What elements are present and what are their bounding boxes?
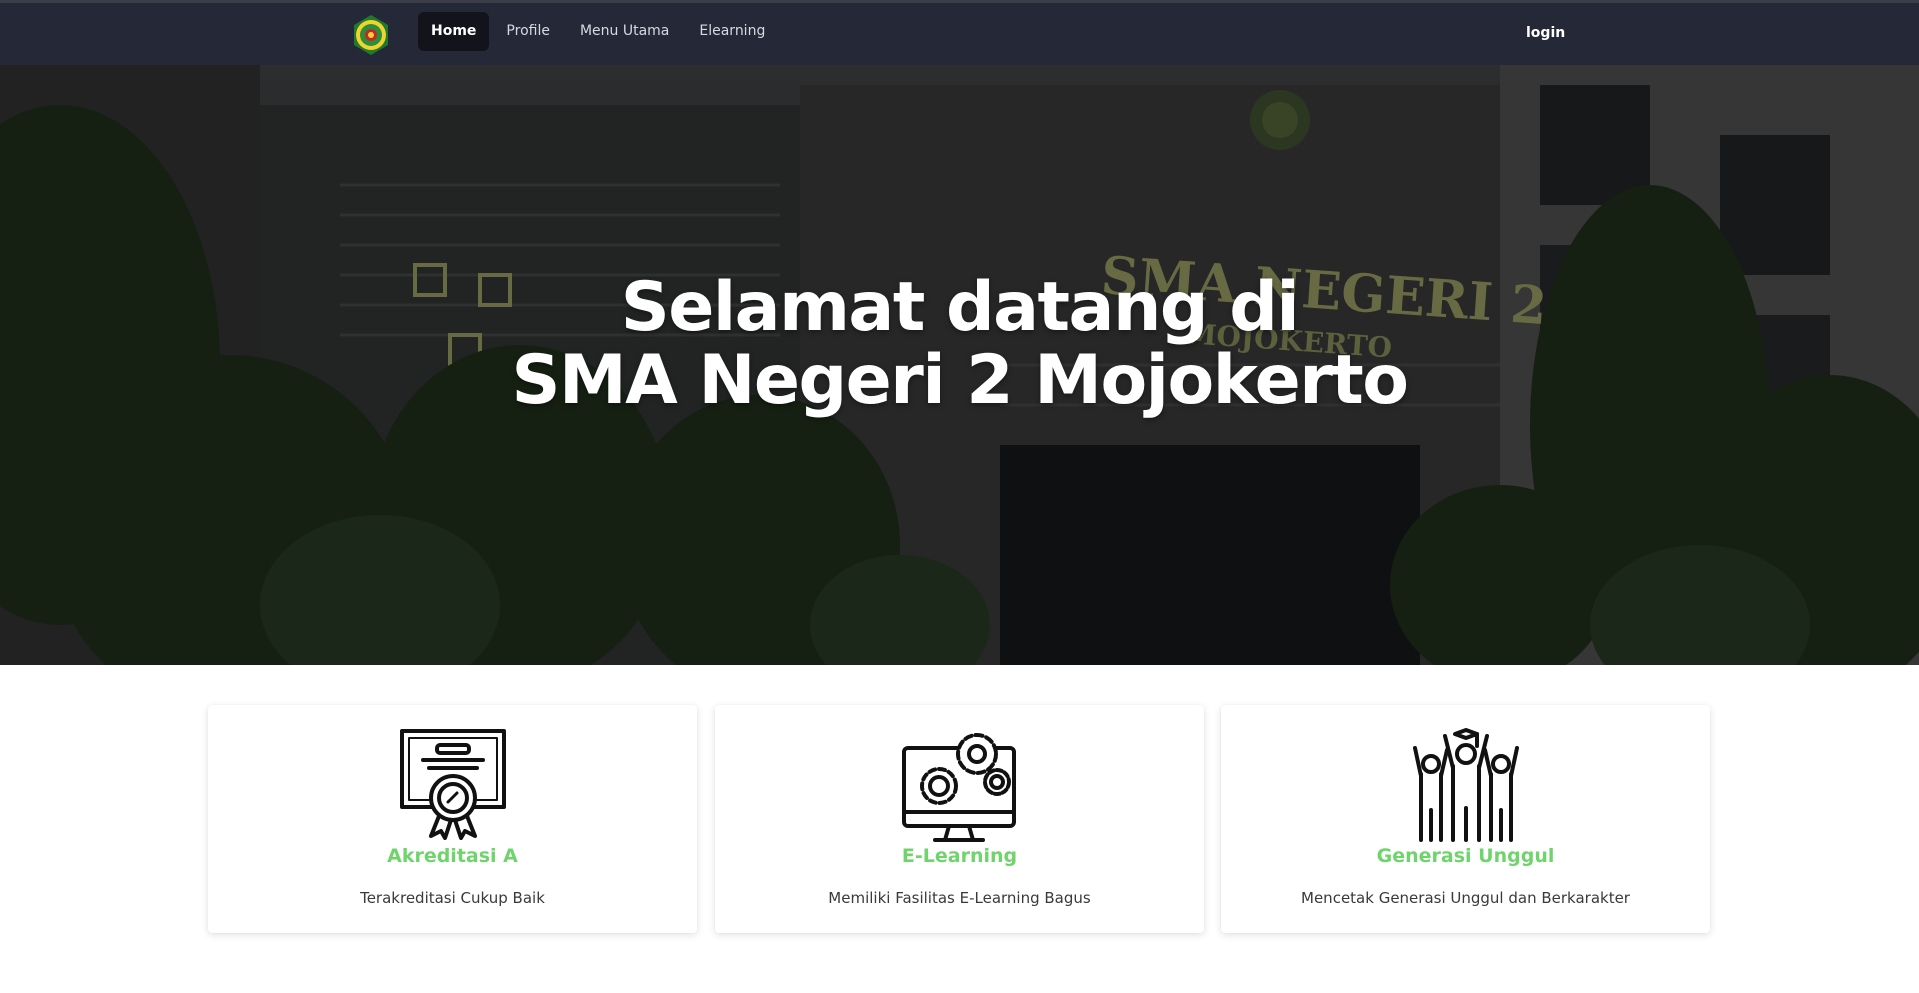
nav-item-home[interactable]: Home (418, 12, 490, 51)
nav-links: Home Profile Menu Utama Elearning (418, 12, 778, 51)
feature-description: Memiliki Fasilitas E-Learning Bagus (828, 889, 1091, 907)
login-link[interactable]: login (1526, 25, 1565, 41)
hero-heading-line1: Selamat datang di (620, 268, 1300, 347)
nav-item-elearning[interactable]: Elearning (686, 12, 778, 51)
hero-heading: Selamat datang di SMA Negeri 2 Mojokerto (0, 271, 1919, 417)
school-crest-icon[interactable] (350, 14, 392, 56)
feature-description: Mencetak Generasi Unggul dan Berkarakter (1301, 889, 1630, 907)
hero-heading-line2: SMA Negeri 2 Mojokerto (511, 341, 1409, 420)
nav-item-profile[interactable]: Profile (493, 12, 563, 51)
hero-banner: SMA NEGERI 2 MOJOKERTO Selamat datang di (0, 65, 1919, 665)
feature-title: Generasi Unggul (1376, 845, 1555, 867)
certificate-award-icon (399, 728, 507, 844)
feature-description: Terakreditasi Cukup Baik (360, 889, 545, 907)
students-celebrating-icon (1409, 728, 1523, 848)
feature-title: Akreditasi A (387, 845, 518, 867)
computer-gears-icon (901, 728, 1019, 848)
feature-title: E-Learning (901, 845, 1018, 867)
nav-item-menu-utama[interactable]: Menu Utama (567, 12, 682, 51)
feature-card-akreditasi: Akreditasi A Terakreditasi Cukup Baik (208, 705, 697, 933)
feature-card-generasi-unggul: Generasi Unggul Mencetak Generasi Unggul… (1221, 705, 1710, 933)
navbar: Home Profile Menu Utama Elearning login (0, 3, 1919, 65)
feature-card-elearning: E-Learning Memiliki Fasilitas E-Learning… (715, 705, 1204, 933)
